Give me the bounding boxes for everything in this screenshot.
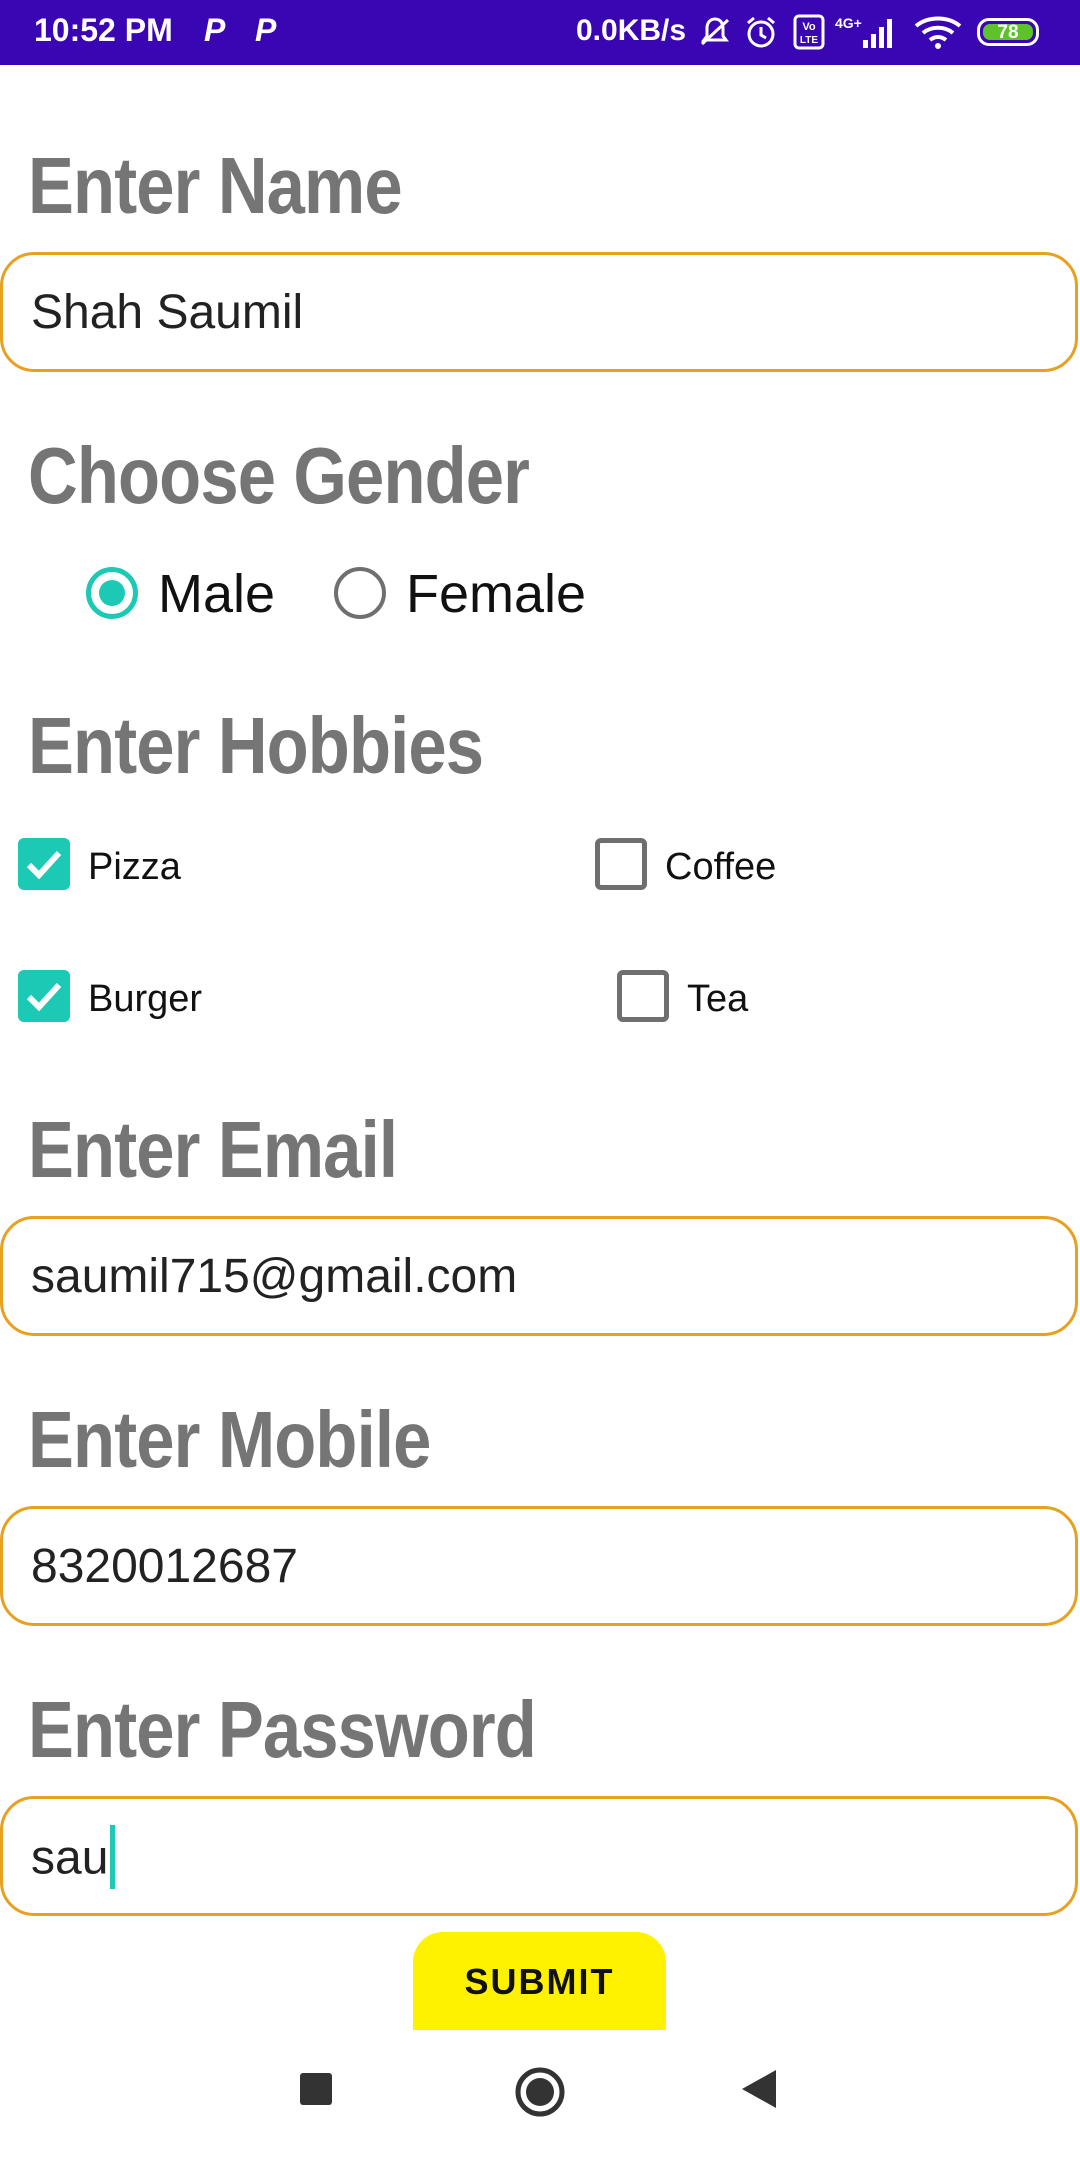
radio-unselected-icon	[334, 567, 386, 619]
svg-text:LTE: LTE	[800, 35, 818, 46]
svg-text:Vo: Vo	[802, 21, 816, 33]
checkbox-checked-icon	[18, 970, 70, 1022]
checkbox-tea-label: Tea	[687, 978, 749, 1020]
notification-p-icon: P	[255, 12, 277, 48]
email-title: Enter Email	[28, 1105, 398, 1194]
checkbox-burger-label: Burger	[88, 978, 203, 1020]
volte-icon: Vo LTE	[793, 14, 825, 50]
alarm-icon	[747, 16, 775, 48]
radio-female-label: Female	[406, 564, 587, 624]
checkbox-pizza-label: Pizza	[88, 846, 181, 888]
checkbox-checked-icon	[18, 838, 70, 890]
password-title: Enter Password	[28, 1685, 537, 1774]
mobile-input-value: 8320012687	[31, 1540, 298, 1593]
status-time: 10:52 PM	[34, 12, 173, 48]
name-title: Enter Name	[28, 141, 403, 230]
mobile-input[interactable]: 8320012687	[0, 1506, 1078, 1626]
recents-square-icon[interactable]	[299, 2072, 333, 2106]
text-cursor	[110, 1825, 116, 1889]
status-bar: 10:52 PM P P 0.0KB/s Vo LTE 4G+ 78	[0, 0, 1080, 65]
bell-off-icon	[700, 17, 730, 46]
notification-p-icon: P	[204, 12, 226, 48]
4g-signal-icon: 4G+	[835, 15, 892, 48]
checkbox-coffee-label: Coffee	[665, 846, 777, 888]
password-text: sau	[31, 1831, 109, 1885]
submit-button[interactable]: SUBMIT	[413, 1932, 666, 2030]
battery-icon: 78	[977, 18, 1039, 46]
password-input[interactable]: sau	[0, 1796, 1078, 1916]
email-input-value: saumil715@gmail.com	[31, 1250, 518, 1303]
hobbies-title: Enter Hobbies	[28, 701, 484, 790]
gender-title: Choose Gender	[28, 431, 530, 520]
system-nav-bar	[0, 2030, 1080, 2160]
name-input[interactable]: Shah Saumil	[0, 252, 1078, 372]
name-input-value: Shah Saumil	[31, 286, 304, 339]
email-input[interactable]: saumil715@gmail.com	[0, 1216, 1078, 1336]
mobile-title: Enter Mobile	[28, 1395, 431, 1484]
password-input-value: sau	[31, 1825, 116, 1893]
svg-text:4G+: 4G+	[835, 15, 862, 31]
checkbox-unchecked-icon	[595, 838, 647, 890]
network-speed: 0.0KB/s	[576, 14, 687, 47]
battery-level: 78	[983, 23, 1033, 42]
checkbox-unchecked-icon	[617, 970, 669, 1022]
back-triangle-icon[interactable]	[740, 2068, 778, 2110]
radio-male-label: Male	[158, 564, 276, 624]
wifi-icon	[914, 16, 962, 49]
home-circle-icon[interactable]	[514, 2066, 566, 2118]
radio-selected-icon	[86, 567, 138, 619]
